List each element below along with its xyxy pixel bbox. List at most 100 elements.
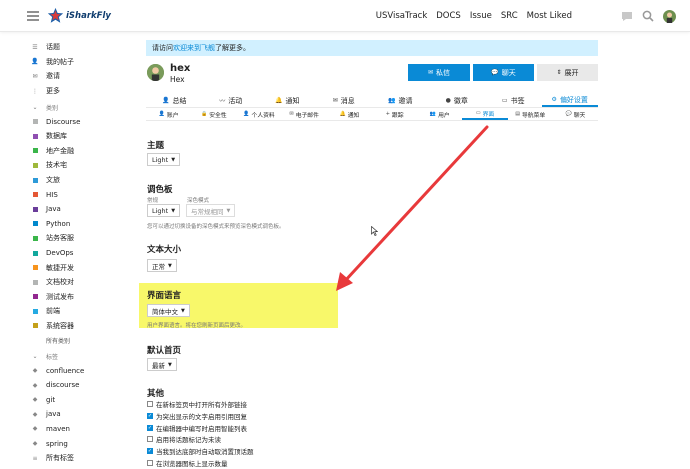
sidebar-category[interactable]: 测试发布 (30, 290, 130, 305)
profile-tab[interactable]: ✉ 消息 (316, 94, 373, 107)
profile-tab[interactable]: 👥 邀请 (372, 94, 429, 107)
preference-tab[interactable]: 👥 用户 (417, 108, 462, 120)
checkbox[interactable]: ✓ (147, 424, 153, 431)
sidebar-category[interactable]: 地产金融 (30, 144, 130, 159)
sidebar-item[interactable]: ✉ 邀请 (30, 69, 130, 84)
chat-icon[interactable] (620, 9, 634, 23)
sidebar-category[interactable]: 技术宅 (30, 158, 130, 173)
other-option[interactable]: 启用将话题标记为未读 (147, 434, 221, 444)
nav-link-docs[interactable]: DOCS (436, 11, 461, 21)
envelope-icon: ✉ (427, 69, 434, 76)
preference-tab[interactable]: 🔔 通知 (327, 108, 372, 120)
logo-text: iSharkFly (66, 10, 111, 21)
user-avatar[interactable] (662, 9, 676, 23)
expand-button[interactable]: ⇕ 展开 (537, 64, 598, 81)
palette-regular-label: 常规 (147, 198, 159, 204)
checkbox[interactable]: ✓ (147, 448, 153, 455)
sidebar-category[interactable]: 站务客服 (30, 231, 130, 246)
other-option[interactable]: 在浏览器图标上显示数量 (147, 458, 228, 468)
nav-link-issue[interactable]: Issue (470, 11, 492, 21)
palette-regular-value: Light (152, 206, 169, 215)
preference-tab[interactable]: ▤ 导航菜单 (508, 108, 553, 120)
sidebar-category[interactable]: DevOps (30, 246, 130, 261)
nav-link-src[interactable]: SRC (501, 11, 518, 21)
other-option[interactable]: 在新标签页中打开所有外部链接 (147, 399, 247, 409)
sidebar-category[interactable]: Java (30, 202, 130, 217)
checkbox[interactable] (147, 436, 153, 443)
text-size-select[interactable]: 正常 ▼ (147, 259, 177, 272)
category-label: DevOps (46, 249, 74, 258)
category-label: 技术宅 (46, 161, 67, 170)
category-label: HIS (46, 190, 58, 199)
palette-regular-select[interactable]: Light ▼ (147, 204, 181, 217)
checkbox[interactable] (147, 401, 153, 407)
nav-link-most-liked[interactable]: Most Liked (527, 11, 572, 21)
sidebar-category[interactable]: 敏捷开发 (30, 260, 130, 275)
checkbox[interactable] (147, 460, 153, 466)
checkbox[interactable]: ✓ (147, 412, 153, 419)
tags-section-toggle[interactable]: ⌄ 标签 (30, 349, 130, 363)
other-option[interactable]: ✓ 当我到达底部时自动取消置顶话题 (147, 446, 254, 456)
homepage-select[interactable]: 最新 ▼ (147, 358, 177, 371)
other-option[interactable]: ✓ 为突出显示的文字启用引用回复 (147, 411, 247, 421)
sidebar-category[interactable]: 前端 (30, 304, 130, 319)
profile-tab-label: 消息 (340, 96, 355, 105)
preference-tab[interactable]: + 跟踪 (372, 108, 417, 120)
theme-select[interactable]: Light ▼ (147, 153, 181, 166)
preference-tab[interactable]: ▭ 界面 (462, 108, 508, 120)
preference-tab[interactable]: 👤 账户 (146, 108, 191, 120)
sidebar-category[interactable]: 文旅 (30, 173, 130, 188)
sidebar-category[interactable]: HIS (30, 187, 130, 202)
profile-tab[interactable]: 〰活动 (203, 94, 260, 107)
sidebar-item[interactable]: ☰ 话题 (30, 40, 130, 55)
chat-button[interactable]: 💬 聊天 (473, 64, 534, 81)
tag-icon: ◆ (32, 440, 38, 448)
sidebar-tag[interactable]: ◆ discourse (30, 378, 130, 393)
sidebar-item[interactable]: ⋮ 更多 (30, 84, 130, 99)
banner-link[interactable]: 欢迎来到飞舰 (173, 43, 215, 53)
sidebar-category[interactable]: 文档校对 (30, 275, 130, 290)
tag-icon: ◆ (32, 396, 38, 404)
preference-tab-label: 个人资料 (251, 112, 275, 119)
sidebar-tag[interactable]: ◆ spring (30, 436, 130, 451)
hamburger-menu-icon[interactable] (27, 11, 39, 21)
site-logo[interactable]: iSharkFly (47, 7, 111, 24)
sidebar-item[interactable]: 👤 我的帖子 (30, 55, 130, 70)
profile-tab[interactable]: 👤 总结 (146, 94, 203, 107)
caret-down-icon: ▼ (226, 207, 231, 214)
all-tags-link[interactable]: ≡ 所有标签 (30, 451, 130, 466)
profile-tab[interactable]: ⚙ 偏好设置 (541, 94, 598, 107)
sidebar-category[interactable]: 系统容器 (30, 319, 130, 334)
sidebar-tag[interactable]: ◆ maven (30, 422, 130, 437)
language-select[interactable]: 简体中文 ▼ (147, 304, 190, 317)
category-color-swatch (33, 294, 38, 300)
message-button[interactable]: ✉ 私信 (408, 64, 470, 81)
sidebar-item-label: 我的帖子 (46, 57, 74, 66)
sidebar-item-label: 邀请 (46, 72, 60, 81)
language-title: 界面语言 (147, 291, 182, 301)
sidebar-tag[interactable]: ◆ confluence (30, 363, 130, 378)
profile-tab[interactable]: ● 徽章 (429, 94, 486, 107)
profile-tab[interactable]: ▭ 书签 (485, 94, 542, 107)
bell-icon: 🔔 (275, 97, 283, 104)
other-option[interactable]: ✓ 在编辑器中编写时启用智能列表 (147, 423, 247, 433)
preference-tab[interactable]: 👤 个人资料 (236, 108, 281, 120)
search-icon[interactable] (641, 9, 655, 23)
category-label: 系统容器 (46, 321, 74, 330)
preference-tab[interactable]: ✉ 电子邮件 (282, 108, 327, 120)
categories-heading: 类别 (46, 104, 59, 112)
nav-link-usvisatrack[interactable]: USVisaTrack (376, 11, 428, 21)
categories-section-toggle[interactable]: ⌄ 类别 (30, 100, 130, 114)
all-categories-link[interactable]: 所有类别 (30, 333, 130, 347)
profile-tab[interactable]: 🔔 通知 (259, 94, 316, 107)
palette-dark-select[interactable]: 与常规相同 ▼ (186, 204, 236, 217)
sidebar-category[interactable]: Discourse (30, 114, 130, 129)
sidebar-tag[interactable]: ◆ java (30, 407, 130, 422)
preference-tab[interactable]: 🔒 安全性 (191, 108, 236, 120)
preference-tab[interactable]: 💬 聊天 (553, 108, 598, 120)
sidebar-category[interactable]: Python (30, 217, 130, 232)
language-hint: 用户界面语言。将在您刷新页面后更改。 (147, 323, 247, 329)
sidebar-tag[interactable]: ◆ git (30, 392, 130, 407)
sidebar-category[interactable]: 数据库 (30, 129, 130, 144)
badge-icon: ● (445, 97, 451, 104)
